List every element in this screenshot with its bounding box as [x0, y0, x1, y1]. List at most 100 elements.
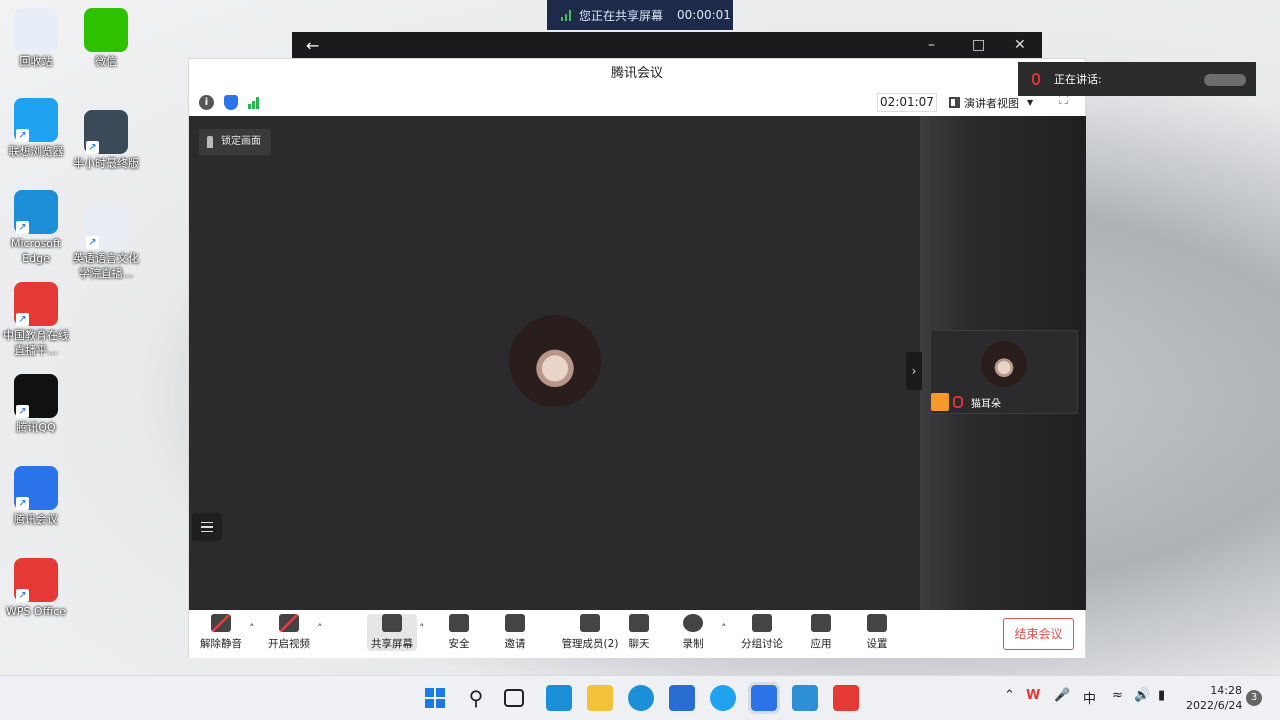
- system-clock[interactable]: 14:28 2022/6/24: [1186, 683, 1242, 713]
- ime-indicator[interactable]: 中: [1083, 688, 1096, 707]
- end-meeting-button[interactable]: 结束会议: [1003, 618, 1074, 650]
- toolbar-button-mic-off[interactable]: 解除静音: [197, 614, 245, 651]
- file-explorer-icon[interactable]: [587, 685, 613, 711]
- volume-icon[interactable]: 🔊: [1134, 688, 1150, 703]
- toolbar-button-breakout[interactable]: 分组讨论: [737, 614, 787, 651]
- desktop-icon-label: 英语语言文化学院直播...: [73, 252, 139, 280]
- toolbar-button-security[interactable]: 安全: [439, 614, 479, 651]
- notification-badge[interactable]: 3: [1246, 690, 1262, 706]
- participant-thumbnail[interactable]: 猫耳朵: [930, 330, 1078, 414]
- desktop-icon-recycle-bin[interactable]: 回收站: [0, 8, 72, 69]
- meeting-timer: 02:01:07: [877, 93, 937, 112]
- back-arrow-icon[interactable]: ←: [306, 36, 319, 55]
- edge-taskbar-icon[interactable]: [628, 685, 654, 711]
- desktop-icon-label: 半小时最终版: [73, 157, 139, 170]
- toolbar-label: 设置: [866, 638, 888, 650]
- wifi-icon[interactable]: ≈: [1112, 688, 1123, 703]
- toolbar-button-apps[interactable]: 应用: [801, 614, 841, 651]
- desktop-icon-edge[interactable]: ↗ Microsoft Edge: [0, 190, 72, 266]
- network-signal-icon[interactable]: [248, 96, 259, 109]
- chevron-up-icon[interactable]: ˄: [419, 622, 425, 635]
- chevron-right-icon[interactable]: ›: [906, 352, 922, 390]
- toolbar-label: 邀请: [504, 638, 526, 650]
- members-icon: [580, 614, 600, 632]
- chevron-up-icon[interactable]: ˄: [317, 622, 323, 635]
- desktop-icon-label: Microsoft Edge: [10, 237, 62, 265]
- toolbar-button-invite[interactable]: 邀请: [495, 614, 535, 651]
- toolbar-button-settings[interactable]: 设置: [857, 614, 897, 651]
- list-toggle-button[interactable]: [192, 513, 222, 541]
- lock-view-button[interactable]: 锁定画面: [199, 129, 271, 155]
- taskbar: ⚲ ⌃ W 🎤 中 ≈ 🔊 ▮ 14:28 2022/6/24 3: [0, 675, 1280, 720]
- tencent-meeting-taskbar-icon[interactable]: [748, 682, 780, 714]
- camera-off-icon: [279, 614, 299, 632]
- speaker-name-blur: [1204, 74, 1246, 86]
- close-icon[interactable]: ✕: [1014, 37, 1026, 53]
- toolbar-button-camera-off[interactable]: 开启视频: [261, 614, 317, 651]
- lenovo-browser-icon: ↗: [14, 98, 58, 142]
- toolbar-button-chat[interactable]: 聊天: [619, 614, 659, 651]
- settings-icon: [867, 614, 887, 632]
- wps-tray-icon[interactable]: W: [1026, 688, 1040, 703]
- shortcut-arrow-icon: ↗: [86, 236, 99, 249]
- wechat-icon: [84, 8, 128, 52]
- meeting-window: 腾讯会议 i 02:01:07 演讲者视图 ▼ ⛶ 锁定画面 › 猫耳朵 结束会…: [188, 58, 1086, 658]
- info-icon[interactable]: i: [199, 95, 214, 110]
- toolbar-button-share-screen[interactable]: 共享屏幕: [367, 614, 417, 651]
- desktop-icon-edu-live[interactable]: ↗ 中国教育在线直播平...: [0, 282, 72, 358]
- share-banner-text: 您正在共享屏幕: [579, 8, 664, 23]
- participant-side-panel: › 猫耳朵: [906, 116, 1086, 610]
- screen-share-banner[interactable]: 您正在共享屏幕 00:00:01: [547, 0, 733, 30]
- widgets-icon[interactable]: [546, 685, 572, 711]
- microphone-icon[interactable]: 🎤: [1054, 688, 1070, 703]
- view-mode-label: 演讲者视图: [964, 96, 1019, 110]
- desktop-icon-lenovo-browser[interactable]: ↗ 联想浏览器: [0, 98, 72, 159]
- background-window: ← – □ ✕: [292, 32, 1042, 60]
- start-icon[interactable]: [422, 685, 448, 711]
- shield-icon[interactable]: [224, 95, 238, 110]
- participant-namebar: 猫耳朵: [931, 391, 1001, 413]
- desktop-icon-label: 回收站: [19, 55, 53, 68]
- lock-view-label: 锁定画面: [221, 136, 261, 147]
- search-icon[interactable]: ⚲: [463, 685, 489, 711]
- toolbar-label: 分组讨论: [741, 638, 783, 650]
- chat-icon: [629, 614, 649, 632]
- video-file-icon: ↗: [84, 110, 128, 154]
- shortcut-arrow-icon: ↗: [16, 313, 29, 326]
- desktop-icon-label: WPS Office: [5, 605, 67, 618]
- main-video-stage: 锁定画面: [189, 116, 920, 610]
- shortcut-arrow-icon: ↗: [16, 405, 29, 418]
- maximize-icon[interactable]: □: [972, 37, 985, 53]
- desktop-icon-qq[interactable]: ↗ 腾讯QQ: [0, 374, 72, 435]
- participant-name: 猫耳朵: [971, 398, 1001, 410]
- desktop-icon-wps[interactable]: ↗ WPS Office: [0, 558, 72, 619]
- desktop-icon-video-file[interactable]: ↗ 半小时最终版: [70, 110, 142, 171]
- battery-icon[interactable]: ▮: [1158, 688, 1165, 703]
- toolbar-button-record[interactable]: 录制: [673, 614, 713, 651]
- media-player-icon[interactable]: [792, 685, 818, 711]
- chevron-up-icon[interactable]: ˄: [721, 622, 727, 635]
- toolbar-label: 解除静音: [200, 638, 242, 650]
- toolbar-label: 应用: [810, 638, 832, 650]
- task-view-icon[interactable]: [504, 689, 524, 707]
- desktop-icon-ppt-file[interactable]: ↗ 英语语言文化学院直播...: [70, 205, 142, 281]
- minimize-icon[interactable]: –: [928, 37, 935, 53]
- chevron-up-icon[interactable]: ⌃: [1004, 688, 1015, 703]
- desktop-icon-label: 微信: [95, 55, 117, 68]
- store-icon[interactable]: [669, 685, 695, 711]
- chevron-up-icon[interactable]: ˄: [249, 622, 255, 635]
- desktop-icon-label: 腾讯QQ: [16, 421, 56, 434]
- edu-live-icon: ↗: [14, 282, 58, 326]
- edge-icon: ↗: [14, 190, 58, 234]
- speaking-mic-icon: [1032, 73, 1040, 85]
- lenovo-browser-taskbar-icon[interactable]: [710, 685, 736, 711]
- invite-icon: [505, 614, 525, 632]
- qq-icon: ↗: [14, 374, 58, 418]
- pin-icon: [207, 136, 213, 148]
- desktop-icon-wechat[interactable]: 微信: [70, 8, 142, 69]
- toolbar-label: 开启视频: [268, 638, 310, 650]
- toolbar-label: 聊天: [628, 638, 650, 650]
- edu-live-taskbar-icon[interactable]: [833, 685, 859, 711]
- desktop-icon-tencent-meeting[interactable]: ↗ 腾讯会议: [0, 466, 72, 527]
- shortcut-arrow-icon: ↗: [16, 129, 29, 142]
